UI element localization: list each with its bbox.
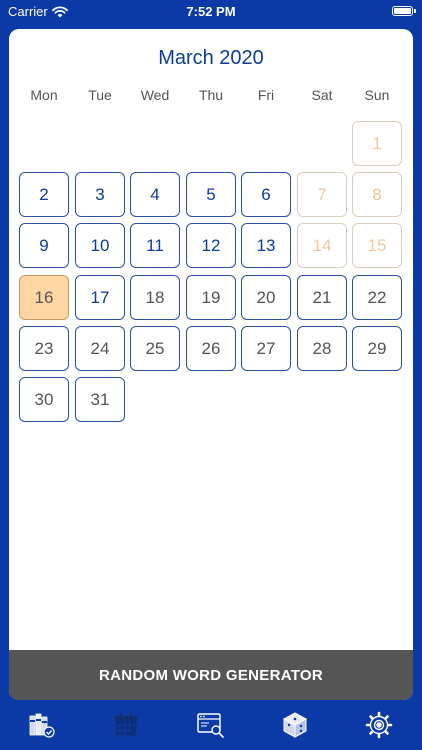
day-cell[interactable]: 17 (75, 275, 125, 320)
day-cell[interactable]: 21 (297, 275, 347, 320)
day-cell[interactable]: 30 (19, 377, 69, 422)
status-time: 7:52 PM (186, 4, 236, 19)
books-icon (29, 713, 55, 738)
day-grid: 1 2 3 4 5 6 7 8 9 10 11 12 13 14 15 16 17 18 19 20 21 22 23 24 2… (9, 29, 413, 529)
cube-icon (282, 712, 308, 738)
day-cell[interactable]: 2 (19, 172, 69, 217)
day-cell[interactable]: 4 (130, 172, 180, 217)
day-cell[interactable]: 3 (75, 172, 125, 217)
day-cell[interactable]: 14 (297, 223, 347, 268)
browser-search-icon (197, 713, 224, 738)
status-bar: Carrier 7:52 PM (0, 0, 422, 24)
tab-calendar[interactable] (111, 710, 141, 740)
day-cell-today[interactable]: 16 (19, 275, 69, 320)
calendar-icon (114, 713, 138, 737)
day-cell[interactable]: 13 (241, 223, 291, 268)
day-cell[interactable]: 6 (241, 172, 291, 217)
day-cell[interactable]: 5 (186, 172, 236, 217)
day-cell[interactable]: 31 (75, 377, 125, 422)
day-cell[interactable]: 26 (186, 326, 236, 371)
day-cell[interactable]: 1 (352, 121, 402, 166)
tab-random-cube[interactable] (280, 710, 310, 740)
day-cell[interactable]: 23 (19, 326, 69, 371)
day-cell[interactable]: 18 (130, 275, 180, 320)
random-word-generator-button[interactable]: RANDOM WORD GENERATOR (9, 650, 413, 700)
day-cell[interactable]: 24 (75, 326, 125, 371)
tab-bar (0, 702, 422, 750)
tab-browser-search[interactable] (196, 710, 226, 740)
day-cell[interactable]: 22 (352, 275, 402, 320)
day-cell[interactable]: 7 (297, 172, 347, 217)
day-cell[interactable]: 27 (241, 326, 291, 371)
day-cell[interactable]: 29 (352, 326, 402, 371)
calendar-card: March 2020 Mon Tue Wed Thu Fri Sat Sun 1… (9, 29, 413, 700)
settings-gear-icon (365, 711, 393, 739)
tab-settings[interactable] (364, 710, 394, 740)
day-cell[interactable]: 20 (241, 275, 291, 320)
day-cell[interactable]: 19 (186, 275, 236, 320)
day-cell[interactable]: 11 (130, 223, 180, 268)
battery-icon (392, 6, 416, 16)
day-cell[interactable]: 8 (352, 172, 402, 217)
day-cell[interactable]: 10 (75, 223, 125, 268)
day-cell[interactable]: 15 (352, 223, 402, 268)
day-cell[interactable]: 9 (19, 223, 69, 268)
day-cell[interactable]: 28 (297, 326, 347, 371)
day-cell[interactable]: 12 (186, 223, 236, 268)
tab-books[interactable] (27, 710, 57, 740)
day-cell[interactable]: 25 (130, 326, 180, 371)
